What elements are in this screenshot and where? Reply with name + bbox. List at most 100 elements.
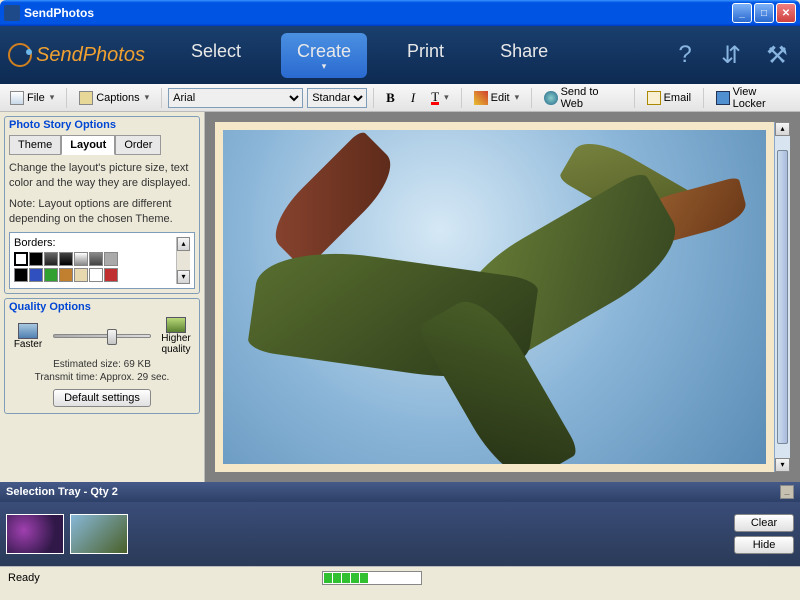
higher-quality-icon [166,317,186,333]
scroll-down-icon[interactable]: ▾ [177,270,190,284]
locker-icon [716,91,730,105]
color-swatch[interactable] [74,268,88,282]
tray-thumbnail[interactable] [6,514,64,554]
send-to-web-button[interactable]: Send to Web [538,83,628,113]
color-swatch[interactable] [59,268,73,282]
border-swatch[interactable] [89,252,103,266]
close-button[interactable]: ✕ [776,3,796,23]
faster-label: Faster [14,339,42,350]
font-select[interactable]: Arial [168,88,303,108]
border-swatch[interactable] [29,252,43,266]
dropdown-icon: ▾ [145,92,150,103]
scrollbar-thumb[interactable] [777,150,788,444]
borders-scrollbar[interactable]: ▴ ▾ [176,237,190,284]
file-label: File [27,92,45,104]
nav-select[interactable]: Select [175,33,257,78]
color-swatch[interactable] [89,268,103,282]
color-swatch[interactable] [29,268,43,282]
selection-tray-header: Selection Tray - Qty 2 _ [0,482,800,502]
photo-story-title: Photo Story Options [9,119,195,131]
toolbar: File ▾ Captions ▾ Arial Standard B I T▾ … [0,84,800,112]
border-swatch[interactable] [104,252,118,266]
send-web-label: Send to Web [561,86,622,110]
captions-icon [79,91,93,105]
estimated-size: Estimated size: 69 KB [9,359,195,370]
view-locker-button[interactable]: View Locker [710,83,796,113]
photo-preview[interactable] [223,130,766,464]
clear-button[interactable]: Clear [734,514,794,532]
transmit-time: Transmit time: Approx. 29 sec. [9,372,195,383]
globe-icon [544,91,557,105]
color-swatch[interactable] [44,268,58,282]
default-settings-button[interactable]: Default settings [53,389,151,407]
dropdown-icon: ▾ [50,92,55,103]
canvas-scrollbar[interactable]: ▴ ▾ [774,122,790,472]
font-size-select[interactable]: Standard [307,88,367,108]
border-swatch[interactable] [14,252,28,266]
border-swatch[interactable] [59,252,73,266]
help-icon[interactable]: ? [670,40,700,70]
slider-thumb[interactable] [107,329,117,345]
brand-logo-icon [8,43,32,67]
photo-frame [215,122,774,472]
bold-button[interactable]: B [380,87,401,109]
scroll-down-icon[interactable]: ▾ [775,458,790,472]
borders-label: Borders: [14,237,176,249]
tray-minimize-button[interactable]: _ [780,485,794,499]
captions-menu-button[interactable]: Captions ▾ [73,88,155,108]
selection-tray: Clear Hide [0,502,800,566]
dropdown-icon: ▾ [515,92,520,103]
color-swatch[interactable] [104,268,118,282]
file-icon [10,91,24,105]
quality-slider[interactable] [53,334,151,338]
scroll-up-icon[interactable]: ▴ [775,122,790,136]
progress-bar [322,571,422,585]
window-titlebar: SendPhotos _ □ ✕ [0,0,800,26]
edit-label: Edit [491,92,510,104]
file-menu-button[interactable]: File ▾ [4,88,60,108]
border-swatch-row-1 [14,252,176,266]
view-locker-label: View Locker [733,86,790,110]
italic-button[interactable]: I [405,87,421,109]
faster-icon [18,323,38,339]
higher-quality-label: Higher quality [157,333,195,355]
status-text: Ready [8,572,322,584]
tab-theme[interactable]: Theme [9,135,61,155]
captions-label: Captions [96,92,139,104]
minimize-button[interactable]: _ [732,3,752,23]
email-icon [647,91,661,105]
preview-canvas: ▴ ▾ [205,112,800,482]
brand-name: SendPhotos [36,44,145,67]
maximize-button[interactable]: □ [754,3,774,23]
email-label: Email [664,92,692,104]
edit-menu-button[interactable]: Edit ▾ [468,88,526,108]
text-color-button[interactable]: T▾ [425,88,454,108]
quality-title: Quality Options [9,301,195,313]
upload-icon[interactable]: ⇵ [716,40,746,70]
nav-print[interactable]: Print [391,33,460,78]
dropdown-icon: ▾ [444,92,449,103]
brand-logo: SendPhotos [8,43,145,67]
border-swatch-row-2 [14,268,176,282]
nav-share[interactable]: Share [484,33,564,78]
tray-title: Selection Tray - Qty 2 [6,486,118,498]
settings-icon[interactable]: ⚒ [762,40,792,70]
layout-description-2: Note: Layout options are different depen… [9,197,195,227]
tab-order[interactable]: Order [115,135,161,155]
nav-create[interactable]: Create [281,33,367,78]
color-swatch[interactable] [14,268,28,282]
text-color-icon: T [431,91,439,105]
border-swatch[interactable] [74,252,88,266]
tray-thumbnail[interactable] [70,514,128,554]
quality-panel: Quality Options Faster Higher quality Es… [4,298,200,414]
sidebar: Photo Story Options Theme Layout Order C… [0,112,205,482]
border-swatch[interactable] [44,252,58,266]
email-button[interactable]: Email [641,88,698,108]
borders-box: Borders: [9,232,195,289]
scroll-up-icon[interactable]: ▴ [177,237,190,251]
layout-description-1: Change the layout's picture size, text c… [9,161,195,191]
hide-button[interactable]: Hide [734,536,794,554]
tab-layout[interactable]: Layout [61,135,115,155]
window-title: SendPhotos [24,6,732,20]
photo-story-panel: Photo Story Options Theme Layout Order C… [4,116,200,294]
